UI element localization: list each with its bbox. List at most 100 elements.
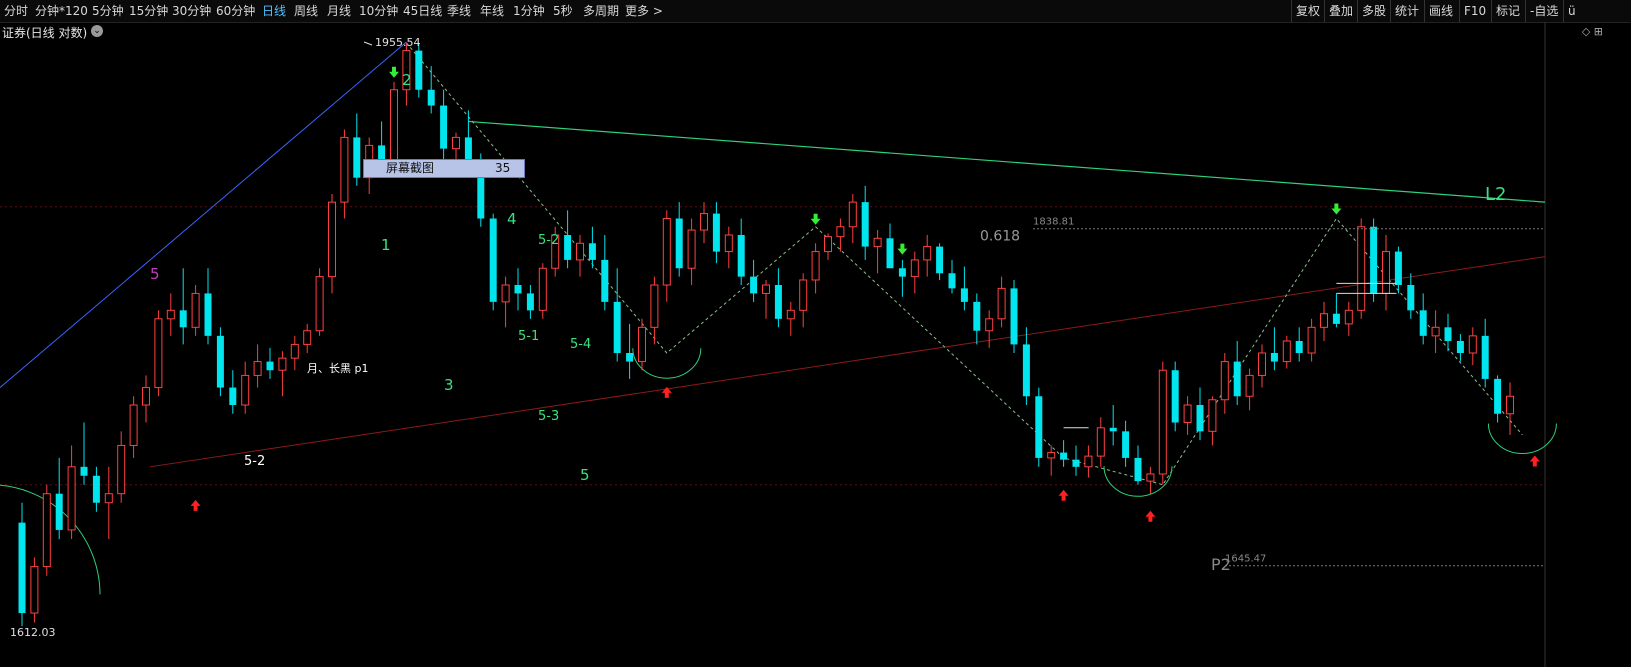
screen-capture-popup[interactable]: 屏幕截图 35 [363,159,525,178]
wave-label: 5-4 [570,337,591,352]
trend-line-l2 [468,120,1546,203]
toolbar-btn-5[interactable]: F10 [1459,0,1490,22]
wave-label: 5-2 [538,233,559,248]
candle [1270,327,1278,371]
arrow-icon [1529,455,1540,467]
bottom-arc [1487,423,1557,454]
high-marker [363,41,373,46]
candle [340,129,349,219]
candle [973,293,981,345]
toolbar-btn-0[interactable]: 复权 [1291,0,1324,22]
candle [923,235,932,277]
candle [898,259,906,297]
candle [1084,445,1093,478]
candle [1146,466,1155,494]
toolbar-btn-1[interactable]: 叠加 [1324,0,1357,22]
candle [241,361,250,414]
candlestick-chart[interactable]: 1955.54 1612.03 1838.81 1645.47 0.618 L2 P2 月、长… [0,22,1631,667]
tab-4[interactable]: 30分钟 [172,0,211,22]
low-price-label: 1612.03 [10,626,56,639]
candle [1245,368,1254,411]
candle [179,268,187,345]
candle [253,344,262,388]
toolbar-btn-2[interactable]: 多股 [1357,0,1390,22]
tab-7[interactable]: 周线 [294,0,318,22]
candle [1468,327,1477,366]
capture-label: 屏幕截图 [386,161,435,175]
trend-label-l2: L2 [1485,184,1506,205]
tab-16[interactable]: 更多 > [625,0,663,22]
candle [129,396,138,458]
candle [861,185,869,260]
candle [662,210,671,302]
candle [117,431,126,503]
candle [650,276,659,345]
candle [1047,445,1056,476]
tab-2[interactable]: 5分钟 [92,0,124,22]
candle [30,557,39,623]
candle [303,323,312,353]
candle [1481,318,1489,388]
candle [278,351,287,397]
candle [1407,273,1415,319]
tab-5[interactable]: 60分钟 [216,0,255,22]
candle [92,466,100,512]
candle [1494,375,1502,423]
toolbar-btn-4[interactable]: 画线 [1424,0,1457,22]
candle [489,213,497,311]
candle [204,268,212,345]
candle [1258,344,1266,388]
toolbar-btn-7[interactable]: -自选 [1525,0,1562,22]
candle [626,323,634,379]
tab-6[interactable]: 日线 [262,0,286,22]
candle [55,457,63,540]
candle [514,268,522,311]
tab-10[interactable]: 45日线 [403,0,442,22]
arrow-icon [1145,510,1156,522]
candle [724,226,733,269]
candle [750,259,758,302]
candle [811,243,820,294]
wave-label: 5 [150,265,160,283]
tab-9[interactable]: 10分钟 [359,0,398,22]
arrow-icon [897,243,908,255]
tab-3[interactable]: 15分钟 [129,0,168,22]
candle [848,193,857,244]
candle [353,113,361,186]
candle [960,266,968,311]
candle [1431,310,1440,353]
candle [910,251,919,294]
tab-8[interactable]: 月线 [327,0,351,22]
tab-0[interactable]: 分时 [4,0,28,22]
wave-label: 2 [402,71,412,89]
candle [191,285,200,336]
candle [1344,301,1353,336]
candle [1444,313,1452,352]
toolbar-btn-6[interactable]: 标记 [1491,0,1524,22]
candle [786,301,795,336]
tab-13[interactable]: 1分钟 [513,0,545,22]
wave-zigzag [406,42,1523,486]
toolbar-btn-8[interactable]: ü [1563,0,1580,22]
toolbar-btn-3[interactable]: 统计 [1390,0,1423,22]
candle [687,218,696,286]
candle [576,235,584,277]
candle [464,110,472,162]
candle [1072,445,1080,476]
tab-11[interactable]: 季线 [447,0,471,22]
candle [1010,279,1018,353]
wave-label: 5-1 [518,329,539,344]
candle [1370,218,1378,302]
candle [1158,361,1167,485]
candle [613,268,621,362]
candle [700,202,708,244]
tab-14[interactable]: 5秒 [553,0,573,22]
candle [1122,420,1130,467]
tab-1[interactable]: 分钟*120 [35,0,88,22]
tab-15[interactable]: 多周期 [583,0,619,22]
tab-12[interactable]: 年线 [480,0,504,22]
arrow-icon [810,213,821,225]
candle [886,223,894,269]
candle [774,268,782,328]
candle [1307,318,1316,362]
